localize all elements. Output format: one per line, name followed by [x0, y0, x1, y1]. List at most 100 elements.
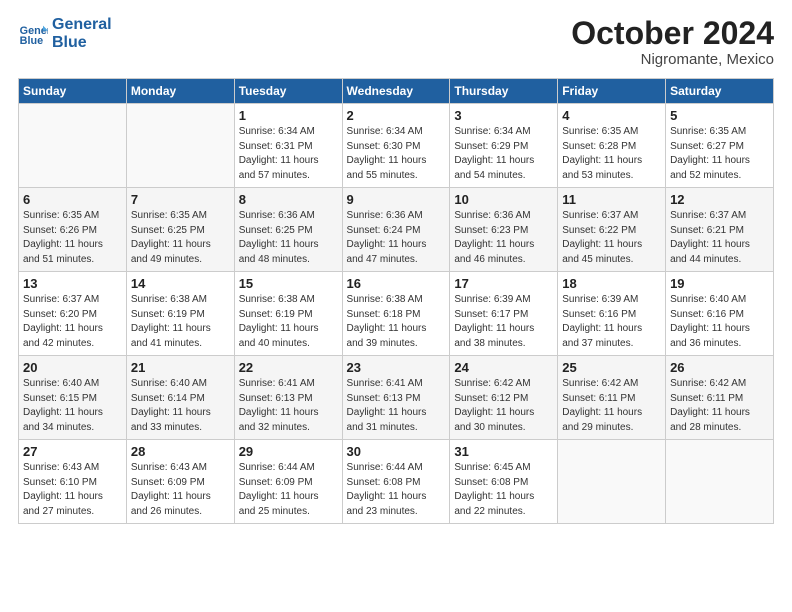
day-number: 1 — [239, 108, 338, 123]
calendar-page: General Blue General Blue October 2024 N… — [0, 0, 792, 612]
calendar-table: SundayMondayTuesdayWednesdayThursdayFrid… — [18, 78, 774, 524]
weekday-header-thursday: Thursday — [450, 79, 558, 104]
calendar-cell: 26Sunrise: 6:42 AMSunset: 6:11 PMDayligh… — [666, 356, 774, 440]
calendar-week-row: 27 Sunrise: 6:43 AMSunset: 6:10 PMDayligh… — [19, 440, 774, 524]
calendar-cell: 24 Sunrise: 6:42 AMSunset: 6:12 PMDayligh… — [450, 356, 558, 440]
day-number: 23 — [347, 360, 446, 375]
calendar-cell: 2 Sunrise: 6:34 AMSunset: 6:30 PMDaylight… — [342, 104, 450, 188]
day-info: Sunrise: 6:44 AMSunset: 6:08 PMDaylight:… — [347, 461, 446, 519]
title-area: October 2024 Nigromante, Mexico — [571, 16, 774, 68]
calendar-cell: 20 Sunrise: 6:40 AMSunset: 6:15 PMDayligh… — [19, 356, 127, 440]
day-info: Sunrise: 6:34 AMSunset: 6:30 PMDaylight:… — [347, 125, 446, 183]
day-info: Sunrise: 6:40 AMSunset: 6:14 PMDaylight:… — [131, 377, 230, 435]
day-info: Sunrise: 6:42 AMSunset: 6:11 PMDaylight:… — [670, 377, 769, 435]
calendar-cell: 8 Sunrise: 6:36 AMSunset: 6:25 PMDaylight… — [234, 188, 342, 272]
day-info: Sunrise: 6:35 AMSunset: 6:28 PMDaylight:… — [562, 125, 661, 183]
location: Nigromante, Mexico — [571, 51, 774, 68]
calendar-cell — [126, 104, 234, 188]
day-info: Sunrise: 6:35 AMSunset: 6:26 PMDaylight:… — [23, 209, 122, 267]
day-number: 17 — [454, 276, 553, 291]
calendar-cell: 11 Sunrise: 6:37 AMSunset: 6:22 PMDayligh… — [558, 188, 666, 272]
day-number: 11 — [562, 192, 661, 207]
logo-general: General — [52, 16, 112, 34]
day-number: 10 — [454, 192, 553, 207]
day-number: 2 — [347, 108, 446, 123]
day-number: 24 — [454, 360, 553, 375]
day-info: Sunrise: 6:38 AMSunset: 6:19 PMDaylight:… — [239, 293, 338, 351]
day-number: 19 — [670, 276, 769, 291]
calendar-cell — [558, 440, 666, 524]
calendar-cell: 10Sunrise: 6:36 AMSunset: 6:23 PMDayligh… — [450, 188, 558, 272]
day-number: 20 — [23, 360, 122, 375]
calendar-cell: 31Sunrise: 6:45 AMSunset: 6:08 PMDayligh… — [450, 440, 558, 524]
day-info: Sunrise: 6:36 AMSunset: 6:24 PMDaylight:… — [347, 209, 446, 267]
day-number: 13 — [23, 276, 122, 291]
day-info: Sunrise: 6:34 AMSunset: 6:29 PMDaylight:… — [454, 125, 553, 183]
day-info: Sunrise: 6:41 AMSunset: 6:13 PMDaylight:… — [347, 377, 446, 435]
day-number: 8 — [239, 192, 338, 207]
weekday-header-row: SundayMondayTuesdayWednesdayThursdayFrid… — [19, 79, 774, 104]
day-number: 16 — [347, 276, 446, 291]
day-info: Sunrise: 6:42 AMSunset: 6:12 PMDaylight:… — [454, 377, 553, 435]
day-number: 14 — [131, 276, 230, 291]
day-info: Sunrise: 6:41 AMSunset: 6:13 PMDaylight:… — [239, 377, 338, 435]
calendar-cell: 1 Sunrise: 6:34 AMSunset: 6:31 PMDaylight… — [234, 104, 342, 188]
day-info: Sunrise: 6:37 AMSunset: 6:22 PMDaylight:… — [562, 209, 661, 267]
day-info: Sunrise: 6:43 AMSunset: 6:10 PMDaylight:… — [23, 461, 122, 519]
day-number: 12 — [670, 192, 769, 207]
calendar-cell: 29Sunrise: 6:44 AMSunset: 6:09 PMDayligh… — [234, 440, 342, 524]
calendar-cell: 13 Sunrise: 6:37 AMSunset: 6:20 PMDayligh… — [19, 272, 127, 356]
header: General Blue General Blue October 2024 N… — [18, 16, 774, 68]
calendar-cell: 16 Sunrise: 6:38 AMSunset: 6:18 PMDayligh… — [342, 272, 450, 356]
day-number: 27 — [23, 444, 122, 459]
calendar-week-row: 20 Sunrise: 6:40 AMSunset: 6:15 PMDayligh… — [19, 356, 774, 440]
calendar-cell: 3 Sunrise: 6:34 AMSunset: 6:29 PMDaylight… — [450, 104, 558, 188]
day-number: 28 — [131, 444, 230, 459]
day-info: Sunrise: 6:34 AMSunset: 6:31 PMDaylight:… — [239, 125, 338, 183]
calendar-cell: 30 Sunrise: 6:44 AMSunset: 6:08 PMDayligh… — [342, 440, 450, 524]
calendar-cell: 17Sunrise: 6:39 AMSunset: 6:17 PMDayligh… — [450, 272, 558, 356]
day-number: 29 — [239, 444, 338, 459]
day-info: Sunrise: 6:40 AMSunset: 6:15 PMDaylight:… — [23, 377, 122, 435]
day-info: Sunrise: 6:38 AMSunset: 6:18 PMDaylight:… — [347, 293, 446, 351]
calendar-cell: 15Sunrise: 6:38 AMSunset: 6:19 PMDayligh… — [234, 272, 342, 356]
day-number: 4 — [562, 108, 661, 123]
weekday-header-tuesday: Tuesday — [234, 79, 342, 104]
weekday-header-wednesday: Wednesday — [342, 79, 450, 104]
day-number: 18 — [562, 276, 661, 291]
day-number: 5 — [670, 108, 769, 123]
calendar-cell: 25 Sunrise: 6:42 AMSunset: 6:11 PMDayligh… — [558, 356, 666, 440]
day-number: 6 — [23, 192, 122, 207]
calendar-cell: 27 Sunrise: 6:43 AMSunset: 6:10 PMDayligh… — [19, 440, 127, 524]
calendar-week-row: 1 Sunrise: 6:34 AMSunset: 6:31 PMDaylight… — [19, 104, 774, 188]
logo-blue: Blue — [52, 34, 112, 52]
calendar-cell: 19 Sunrise: 6:40 AMSunset: 6:16 PMDayligh… — [666, 272, 774, 356]
calendar-cell — [666, 440, 774, 524]
day-info: Sunrise: 6:40 AMSunset: 6:16 PMDaylight:… — [670, 293, 769, 351]
day-number: 31 — [454, 444, 553, 459]
calendar-cell: 4 Sunrise: 6:35 AMSunset: 6:28 PMDaylight… — [558, 104, 666, 188]
day-number: 25 — [562, 360, 661, 375]
day-info: Sunrise: 6:42 AMSunset: 6:11 PMDaylight:… — [562, 377, 661, 435]
day-info: Sunrise: 6:37 AMSunset: 6:20 PMDaylight:… — [23, 293, 122, 351]
calendar-cell — [19, 104, 127, 188]
calendar-cell: 14Sunrise: 6:38 AMSunset: 6:19 PMDayligh… — [126, 272, 234, 356]
calendar-cell: 23 Sunrise: 6:41 AMSunset: 6:13 PMDayligh… — [342, 356, 450, 440]
calendar-cell: 6 Sunrise: 6:35 AMSunset: 6:26 PMDaylight… — [19, 188, 127, 272]
weekday-header-friday: Friday — [558, 79, 666, 104]
day-number: 7 — [131, 192, 230, 207]
day-info: Sunrise: 6:37 AMSunset: 6:21 PMDaylight:… — [670, 209, 769, 267]
day-info: Sunrise: 6:36 AMSunset: 6:25 PMDaylight:… — [239, 209, 338, 267]
month-title: October 2024 — [571, 16, 774, 51]
calendar-cell: 9Sunrise: 6:36 AMSunset: 6:24 PMDaylight… — [342, 188, 450, 272]
calendar-cell: 7Sunrise: 6:35 AMSunset: 6:25 PMDaylight… — [126, 188, 234, 272]
logo: General Blue General Blue — [18, 16, 112, 51]
day-number: 30 — [347, 444, 446, 459]
day-info: Sunrise: 6:39 AMSunset: 6:16 PMDaylight:… — [562, 293, 661, 351]
calendar-cell: 12 Sunrise: 6:37 AMSunset: 6:21 PMDayligh… — [666, 188, 774, 272]
day-number: 3 — [454, 108, 553, 123]
calendar-cell: 28Sunrise: 6:43 AMSunset: 6:09 PMDayligh… — [126, 440, 234, 524]
calendar-cell: 18 Sunrise: 6:39 AMSunset: 6:16 PMDayligh… — [558, 272, 666, 356]
calendar-cell: 22Sunrise: 6:41 AMSunset: 6:13 PMDayligh… — [234, 356, 342, 440]
day-number: 21 — [131, 360, 230, 375]
